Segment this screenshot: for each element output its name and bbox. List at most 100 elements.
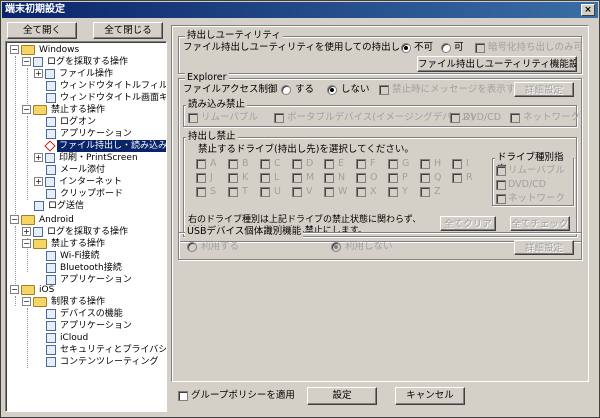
tree-node-print-screen[interactable]: + 印刷・PrintScreen [34,152,140,164]
access-on-label: する [295,84,315,95]
tree-node-wifi[interactable]: Wi-Fi接続 [46,250,101,262]
read-network-label: ネットワーク [523,112,581,123]
usb-not-use-radio[interactable] [331,242,341,252]
drive-z-checkbox[interactable] [420,187,430,197]
tree-node-clipboard[interactable]: クリップボード [46,188,125,200]
settings-panel: 持出しユーティリティ ファイル持出しユーティリティを使用しての持出し 不可 可 … [171,25,589,382]
drive-g-checkbox[interactable] [388,159,398,169]
drive-c-checkbox[interactable] [260,159,270,169]
tree-node-prohibit-ops[interactable]: − 禁止する操作 [22,104,107,116]
drive-x-checkbox[interactable] [356,187,366,197]
show-message-checkbox[interactable] [379,85,389,95]
tree-node-ios-app[interactable]: アプリケーション [46,320,134,332]
drive-f-label: F [370,158,376,169]
drive-b-label: B [242,158,249,169]
drive-p-checkbox[interactable] [388,173,398,183]
dialog-window: 端末初期設定 × 全て開く 全て閉じる − Windows − ログを採取する操作 … [0,0,600,418]
tree-node-ios-limit[interactable]: − 制限する操作 [22,296,107,308]
usb-detail-button[interactable]: 詳細設定 [514,240,574,255]
tree-node-log-ops[interactable]: − ログを採取する操作 [22,56,130,68]
tree-node-wintitle-capture[interactable]: ウィンドウタイトル画面キャ [46,92,166,104]
drive-k-checkbox[interactable] [228,173,238,183]
type-dvd-checkbox[interactable] [496,180,506,190]
drive-m-checkbox[interactable] [292,173,302,183]
tree-node-application[interactable]: アプリケーション [46,128,134,140]
close-button[interactable]: × [581,4,595,16]
drive-o-checkbox[interactable] [356,173,366,183]
tree-node-windows[interactable]: − Windows [10,44,81,56]
access-off-radio[interactable] [327,85,337,95]
export-yes-label: 可 [454,42,464,53]
read-portable-checkbox[interactable] [274,113,284,123]
cancel-button[interactable]: キャンセル [395,387,465,405]
clear-all-button[interactable]: 全てクリア [440,216,496,231]
tree-node-android-app[interactable]: アプリケーション [46,274,134,286]
export-no-radio[interactable] [401,43,411,53]
tree-node-file-export[interactable]: ファイル持出し・読み込み [44,139,166,152]
group-policy-checkbox[interactable] [178,391,188,401]
drive-y-label: Y [402,186,408,197]
tree-node-icloud[interactable]: iCloud [46,332,90,344]
drive-d-checkbox[interactable] [292,159,302,169]
tree-node-android[interactable]: − Android [10,214,76,226]
drive-f-checkbox[interactable] [356,159,366,169]
tree-node-content-rating[interactable]: コンテンツレーティング [46,356,160,368]
drive-h-checkbox[interactable] [420,159,430,169]
drive-l-checkbox[interactable] [260,173,270,183]
drive-y-checkbox[interactable] [388,187,398,197]
explorer-detail-button[interactable]: 詳細設定 [514,82,574,97]
drive-b-checkbox[interactable] [228,159,238,169]
export-prohibit-group: 持出し禁止 禁止するドライブ(持出し先)を選択してください。 A B C D E F G H I… [183,131,577,237]
access-on-radio[interactable] [281,85,291,95]
drive-i-checkbox[interactable] [452,159,462,169]
drive-m-label: M [306,172,315,183]
drive-r-checkbox[interactable] [452,173,462,183]
expand-all-button[interactable]: 全て開く [7,22,77,39]
drive-n-checkbox[interactable] [324,173,334,183]
page-icon [46,320,56,331]
tree-node-mail-attach[interactable]: メール添付 [46,164,107,176]
encrypt-only-checkbox[interactable] [475,43,485,53]
drive-t-checkbox[interactable] [228,187,238,197]
export-utility-settings-button[interactable]: ファイル持出しユーティリティ機能設定 [417,56,577,72]
export-yes-radio[interactable] [441,43,451,53]
drive-l-label: L [274,172,280,183]
tree-node-logon[interactable]: ログオン [46,116,98,128]
usb-title: USBデバイス個体識別機能 [185,226,304,238]
drive-s-checkbox[interactable] [196,187,206,197]
ok-button[interactable]: 設定 [307,387,377,405]
read-network-checkbox[interactable] [510,113,520,123]
drive-e-checkbox[interactable] [324,159,334,169]
access-off-label: しない [341,84,370,95]
read-dvd-checkbox[interactable] [450,113,460,123]
tree-node-ios[interactable]: − iOS [10,284,56,296]
settings-tree[interactable]: − Windows − ログを採取する操作 + ファイル操作 ウィンドウタイトルフィル… [5,41,167,412]
tree-node-android-log-ops[interactable]: + ログを採取する操作 [22,226,130,238]
read-removable-checkbox[interactable] [188,113,198,123]
tree-node-file-ops[interactable]: + ファイル操作 [34,68,115,80]
collapse-all-button[interactable]: 全て閉じる [93,22,163,39]
type-network-checkbox[interactable] [496,194,506,204]
tree-node-security-privacy[interactable]: セキュリティとプライバシー [46,344,166,356]
encrypt-only-label: 暗号化持ち出しのみ可 [488,42,584,53]
drive-j-checkbox[interactable] [196,173,206,183]
type-removable-checkbox[interactable] [496,166,506,176]
tree-node-wintitle-filter[interactable]: ウィンドウタイトルフィルタ [46,80,166,92]
drive-w-checkbox[interactable] [324,187,334,197]
tree-node-android-prohibit[interactable]: − 禁止する操作 [22,238,107,250]
page-icon [46,262,56,273]
drive-a-checkbox[interactable] [196,159,206,169]
drive-v-checkbox[interactable] [292,187,302,197]
drive-q-checkbox[interactable] [420,173,430,183]
page-icon [46,332,56,343]
type-network-label: ネットワーク [508,193,566,204]
usb-use-radio[interactable] [187,242,197,252]
tree-node-device-func[interactable]: デバイスの機能 [46,308,125,320]
read-dvd-label: DVD/CD [463,112,502,123]
tree-node-internet[interactable]: + インターネット [34,176,124,188]
tree-node-log-send[interactable]: ログ送信 [34,200,86,212]
check-all-button[interactable]: 全てチェック [510,216,570,231]
tree-node-bluetooth[interactable]: Bluetooth接続 [46,262,124,274]
page-icon [46,80,56,91]
drive-u-checkbox[interactable] [260,187,270,197]
